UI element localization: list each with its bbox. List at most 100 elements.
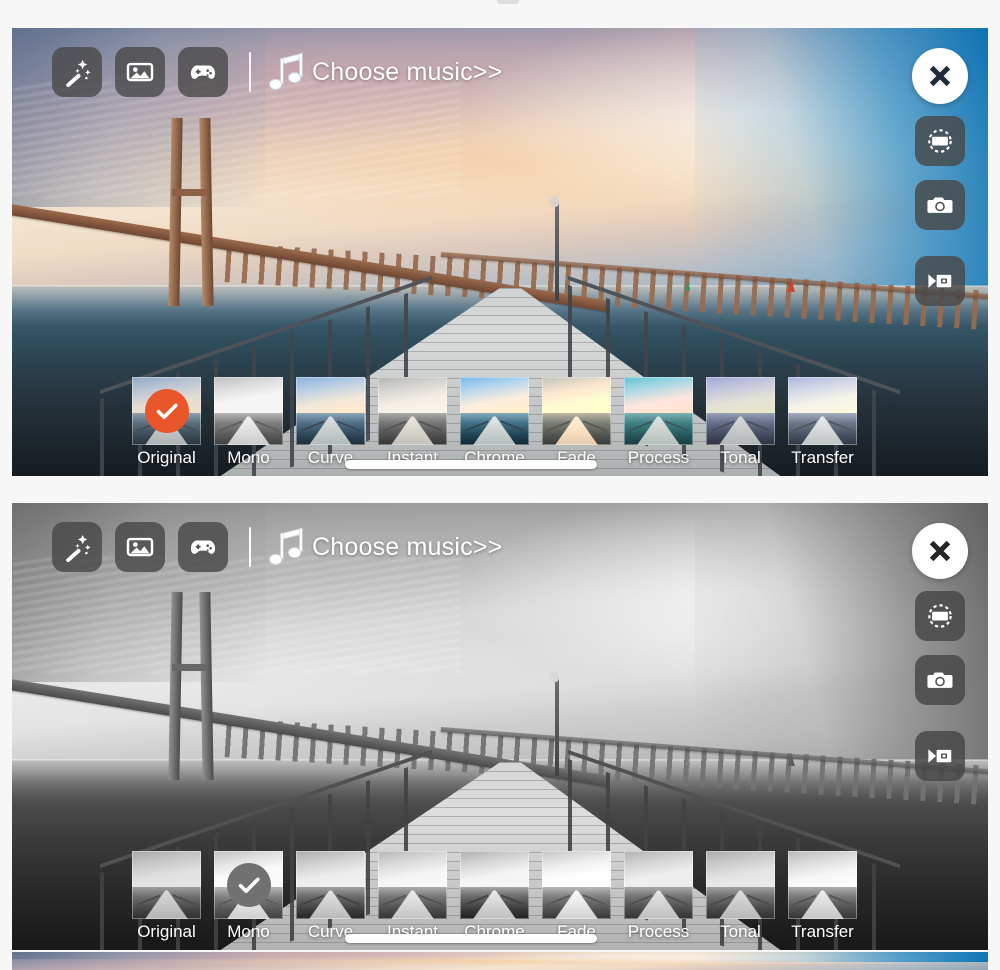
photo-lamp-post: [554, 677, 559, 776]
image-button[interactable]: [115, 47, 165, 97]
filter-item-chrome[interactable]: Chrome: [460, 851, 529, 942]
filter-scrollbar-track[interactable]: [345, 934, 655, 943]
filter-thumbnail[interactable]: [542, 377, 611, 445]
thumb-sky: [296, 851, 365, 888]
filter-item-mono[interactable]: Mono: [214, 851, 283, 942]
preview-panel-mono: Choose music>> Original Mono Curve Insta…: [12, 503, 988, 950]
thumb-sky: [624, 377, 693, 414]
magic-wand-button[interactable]: [52, 47, 102, 97]
filter-thumbnail[interactable]: [624, 851, 693, 919]
right-side-rail: [912, 523, 968, 781]
filter-thumbnail[interactable]: [542, 851, 611, 919]
filter-label: Original: [137, 922, 196, 941]
thumb-sky: [296, 377, 365, 414]
choose-music-label: Choose music>>: [312, 532, 503, 561]
filter-scrollbar-track[interactable]: [345, 460, 655, 469]
filter-strip[interactable]: Original Mono Curve Instant Chrome Fade Proces…: [132, 851, 868, 942]
filter-selected-badge: [226, 863, 271, 907]
thumb-sky: [788, 851, 857, 888]
filter-item-original[interactable]: Original: [132, 377, 201, 468]
filter-label: Mono: [227, 448, 270, 467]
preview-panel-partial: [12, 952, 988, 970]
image-icon: [125, 532, 155, 562]
filter-item-process[interactable]: Process: [624, 377, 693, 468]
frame-rotate-button[interactable]: [915, 116, 965, 166]
gamepad-button[interactable]: [178, 47, 228, 97]
filter-item-fade[interactable]: Fade: [542, 377, 611, 468]
check-icon: [236, 872, 262, 898]
filter-item-process[interactable]: Process: [624, 851, 693, 942]
filter-label: Transfer: [791, 922, 854, 941]
filter-item-transfer[interactable]: Transfer: [788, 851, 857, 942]
filter-thumbnail[interactable]: [378, 377, 447, 445]
preview-panel-original: Choose music>> Original Mono Curve Insta…: [12, 28, 988, 476]
top-toolbar: Choose music>>: [52, 522, 502, 572]
filter-scrollbar-thumb[interactable]: [345, 460, 597, 469]
frame-rotate-icon: [925, 126, 955, 156]
photo-lamp-head: [549, 671, 559, 683]
gamepad-icon: [188, 532, 218, 562]
app-root: Choose music>> Original Mono Curve Insta…: [0, 0, 1000, 970]
thumb-sky: [706, 851, 775, 888]
gamepad-button[interactable]: [178, 522, 228, 572]
filter-thumbnail[interactable]: [788, 377, 857, 445]
close-icon: [925, 61, 955, 91]
image-icon: [125, 57, 155, 87]
filter-thumbnail[interactable]: [132, 377, 201, 445]
toolbar-divider: [249, 52, 251, 92]
video-camera-button[interactable]: [915, 256, 965, 306]
music-note-icon: [266, 524, 310, 570]
magic-wand-icon: [62, 532, 92, 562]
close-button[interactable]: [912, 48, 968, 104]
choose-music-button[interactable]: Choose music>>: [266, 524, 502, 570]
thumb-sky: [378, 851, 447, 888]
filter-item-transfer[interactable]: Transfer: [788, 377, 857, 468]
filter-thumbnail[interactable]: [460, 377, 529, 445]
close-button[interactable]: [912, 523, 968, 579]
filter-label: Tonal: [720, 448, 761, 467]
filter-item-tonal[interactable]: Tonal: [706, 851, 775, 942]
filter-thumbnail[interactable]: [706, 851, 775, 919]
magic-wand-icon: [62, 57, 92, 87]
filter-thumbnail[interactable]: [624, 377, 693, 445]
filter-thumbnail[interactable]: [214, 851, 283, 919]
filter-thumbnail[interactable]: [296, 851, 365, 919]
filter-thumbnail[interactable]: [214, 377, 283, 445]
filter-thumbnail[interactable]: [296, 377, 365, 445]
video-camera-icon: [925, 266, 955, 296]
filter-item-tonal[interactable]: Tonal: [706, 377, 775, 468]
filter-thumbnail[interactable]: [132, 851, 201, 919]
filter-item-fade[interactable]: Fade: [542, 851, 611, 942]
thumb-sky: [706, 377, 775, 414]
filter-item-instant[interactable]: Instant: [378, 377, 447, 468]
choose-music-button[interactable]: Choose music>>: [266, 49, 502, 95]
photo-sky-left-tint: [12, 952, 266, 960]
thumb-sky: [378, 377, 447, 414]
top-toolbar: Choose music>>: [52, 47, 502, 97]
music-note-icon: [266, 49, 310, 95]
frame-rotate-button[interactable]: [915, 591, 965, 641]
photo-lamp-post: [554, 202, 559, 302]
filter-thumbnail[interactable]: [706, 377, 775, 445]
filter-thumbnail[interactable]: [460, 851, 529, 919]
filter-scrollbar-thumb[interactable]: [345, 934, 597, 943]
video-camera-button[interactable]: [915, 731, 965, 781]
filter-thumbnail[interactable]: [788, 851, 857, 919]
filter-strip[interactable]: Original Mono Curve Instant Chrome Fade Proces…: [132, 377, 868, 468]
video-camera-icon: [925, 741, 955, 771]
choose-music-label: Choose music>>: [312, 57, 503, 86]
photo-lamp-head: [549, 196, 559, 208]
camera-button[interactable]: [915, 655, 965, 705]
filter-item-curve[interactable]: Curve: [296, 377, 365, 468]
thumb-sky: [460, 851, 529, 888]
filter-thumbnail[interactable]: [378, 851, 447, 919]
camera-button[interactable]: [915, 180, 965, 230]
filter-item-original[interactable]: Original: [132, 851, 201, 942]
filter-item-instant[interactable]: Instant: [378, 851, 447, 942]
filter-item-mono[interactable]: Mono: [214, 377, 283, 468]
photo-clouds: [12, 556, 461, 673]
magic-wand-button[interactable]: [52, 522, 102, 572]
filter-item-curve[interactable]: Curve: [296, 851, 365, 942]
image-button[interactable]: [115, 522, 165, 572]
filter-item-chrome[interactable]: Chrome: [460, 377, 529, 468]
